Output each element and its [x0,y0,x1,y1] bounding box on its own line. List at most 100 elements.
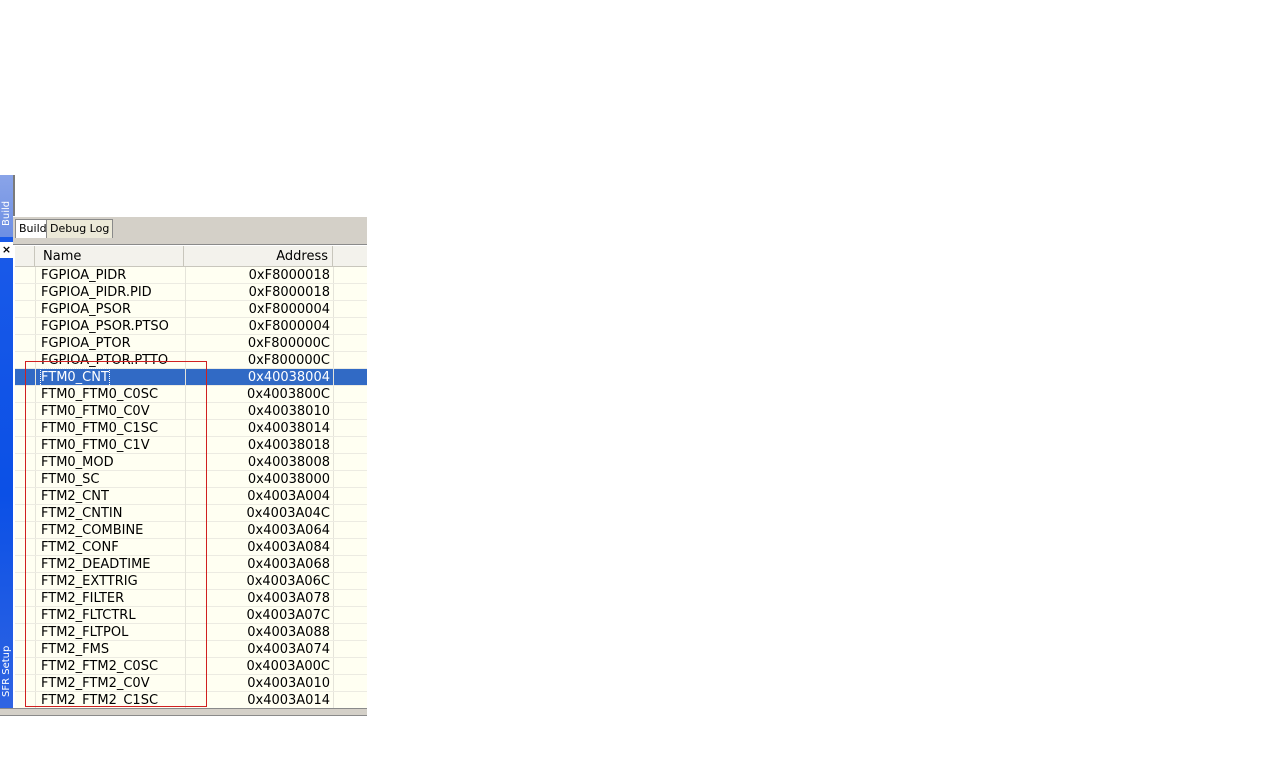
row-separator [333,556,334,572]
table-row[interactable]: FTM0_SC 0x40038000 [15,471,367,488]
row-name-cell: FGPIOA_PTOR.PTTO [41,353,169,368]
bottom-splitter[interactable] [0,708,367,716]
row-separator [333,386,334,402]
row-indicator [15,386,36,402]
row-indicator [15,454,36,470]
row-indicator [15,369,36,385]
row-indicator [15,692,36,708]
table-row[interactable]: FTM2_CNTIN 0x4003A04C [15,505,367,522]
table-row[interactable]: FTM2_FTM2_C0SC 0x4003A00C [15,658,367,675]
table-row[interactable]: FTM0_CNT 0x40038004 [15,368,367,387]
table-row[interactable]: FTM2_FLTCTRL 0x4003A07C [15,607,367,624]
row-separator [333,522,334,538]
row-address-cell: 0x4003A06C [185,573,330,590]
table-row[interactable]: FGPIOA_PIDR 0xF8000018 [15,267,367,284]
table-row[interactable]: FGPIOA_PTOR 0xF800000C [15,335,367,352]
row-address-cell: 0x4003A088 [185,624,330,641]
row-address-cell: 0x4003A04C [185,505,330,522]
row-separator [333,607,334,623]
row-name-cell: FTM0_SC [41,472,100,487]
row-indicator [15,488,36,504]
row-address-cell: 0x40038018 [185,437,330,454]
row-name-cell: FTM2_EXTTRIG [41,574,138,589]
row-separator [333,488,334,504]
row-name-cell: FTM0_MOD [41,455,114,470]
row-separator [333,573,334,589]
row-indicator [15,335,36,351]
row-separator [333,590,334,606]
table-row[interactable]: FTM0_MOD 0x40038008 [15,454,367,471]
table-row[interactable]: FTM2_FTM2_C0V 0x4003A010 [15,675,367,692]
table-row[interactable]: FGPIOA_PIDR.PID 0xF8000018 [15,284,367,301]
table-row[interactable]: FTM0_FTM0_C0SC 0x4003800C [15,386,367,403]
row-address-cell: 0x4003A010 [185,675,330,692]
row-indicator [15,284,36,300]
table-row[interactable]: FTM0_FTM0_C1SC 0x40038014 [15,420,367,437]
row-separator [333,403,334,419]
row-address-cell: 0xF8000018 [185,267,330,284]
row-separator [333,301,334,317]
row-indicator [15,352,36,368]
close-icon[interactable]: × [0,242,13,258]
row-address-cell: 0x40038014 [185,420,330,437]
row-indicator [15,437,36,453]
table-row[interactable]: FTM2_CNT 0x4003A004 [15,488,367,505]
row-separator [333,658,334,674]
row-address-cell: 0x4003A014 [185,692,330,709]
row-address-cell: 0xF8000004 [185,301,330,318]
tab-debug-log[interactable]: Debug Log [46,219,114,238]
row-name-cell: FTM2_FILTER [41,591,125,606]
table-row[interactable]: FGPIOA_PSOR 0xF8000004 [15,301,367,318]
row-indicator [15,420,36,436]
table-row[interactable]: FTM2_FTM2_C1SC 0x4003A014 [15,692,367,709]
row-name-cell: FGPIOA_PIDR.PID [41,285,152,300]
vertical-tab-build-label: Build [1,200,12,226]
row-address-cell: 0x40038008 [185,454,330,471]
vertical-tab-sfr-setup-label: SFR Setup [1,645,12,697]
row-address-cell: 0x4003A00C [185,658,330,675]
row-indicator [15,301,36,317]
row-name-cell: FGPIOA_PSOR.PTSO [41,319,169,334]
row-address-cell: 0x4003A078 [185,590,330,607]
table-row[interactable]: FTM2_COMBINE 0x4003A064 [15,522,367,539]
table-row[interactable]: FTM0_FTM0_C0V 0x40038010 [15,403,367,420]
row-separator [333,641,334,657]
row-address-cell: 0x40038004 [185,369,330,386]
column-header-address[interactable]: Address [185,246,333,266]
table-row[interactable]: FGPIOA_PTOR.PTTO 0xF800000C [15,352,367,369]
row-address-cell: 0x4003A004 [185,488,330,505]
row-separator [333,369,334,385]
row-separator [333,692,334,708]
tab-strip: Build Debug Log [13,216,367,239]
row-indicator [15,318,36,334]
row-indicator [15,539,36,555]
row-name-cell: FTM0_FTM0_C1V [41,438,150,453]
row-address-cell: 0x4003A064 [185,522,330,539]
row-separator [333,471,334,487]
table-row[interactable]: FTM2_FMS 0x4003A074 [15,641,367,658]
column-header-name[interactable]: Name [35,246,184,266]
table-row[interactable]: FTM2_EXTTRIG 0x4003A06C [15,573,367,590]
row-name-cell: FTM2_FLTCTRL [41,608,136,623]
table-row[interactable]: FTM0_FTM0_C1V 0x40038018 [15,437,367,454]
row-address-cell: 0x4003A068 [185,556,330,573]
row-address-cell: 0xF8000018 [185,284,330,301]
row-indicator [15,590,36,606]
row-address-cell: 0x4003800C [185,386,330,403]
table-row[interactable]: FTM2_CONF 0x4003A084 [15,539,367,556]
row-name-cell: FTM2_FMS [41,642,110,657]
vertical-tab-sfr-setup[interactable]: SFR Setup [0,640,13,708]
table-row[interactable]: FGPIOA_PSOR.PTSO 0xF8000004 [15,318,367,335]
vertical-tab-build[interactable]: Build [0,175,13,237]
row-name-cell: FTM2_DEADTIME [41,557,151,572]
row-name-cell: FTM2_CNT [41,489,109,504]
table-row[interactable]: FTM2_FILTER 0x4003A078 [15,590,367,607]
sfr-table: Name Address FGPIOA_PIDR 0xF8000018 FGPIOA… [15,246,367,712]
row-indicator [15,658,36,674]
row-name-cell: FTM2_CONF [41,540,119,555]
table-row[interactable]: FTM2_DEADTIME 0x4003A068 [15,556,367,573]
row-indicator [15,607,36,623]
table-row[interactable]: FTM2_FLTPOL 0x4003A088 [15,624,367,641]
row-separator [333,437,334,453]
row-separator [333,318,334,334]
